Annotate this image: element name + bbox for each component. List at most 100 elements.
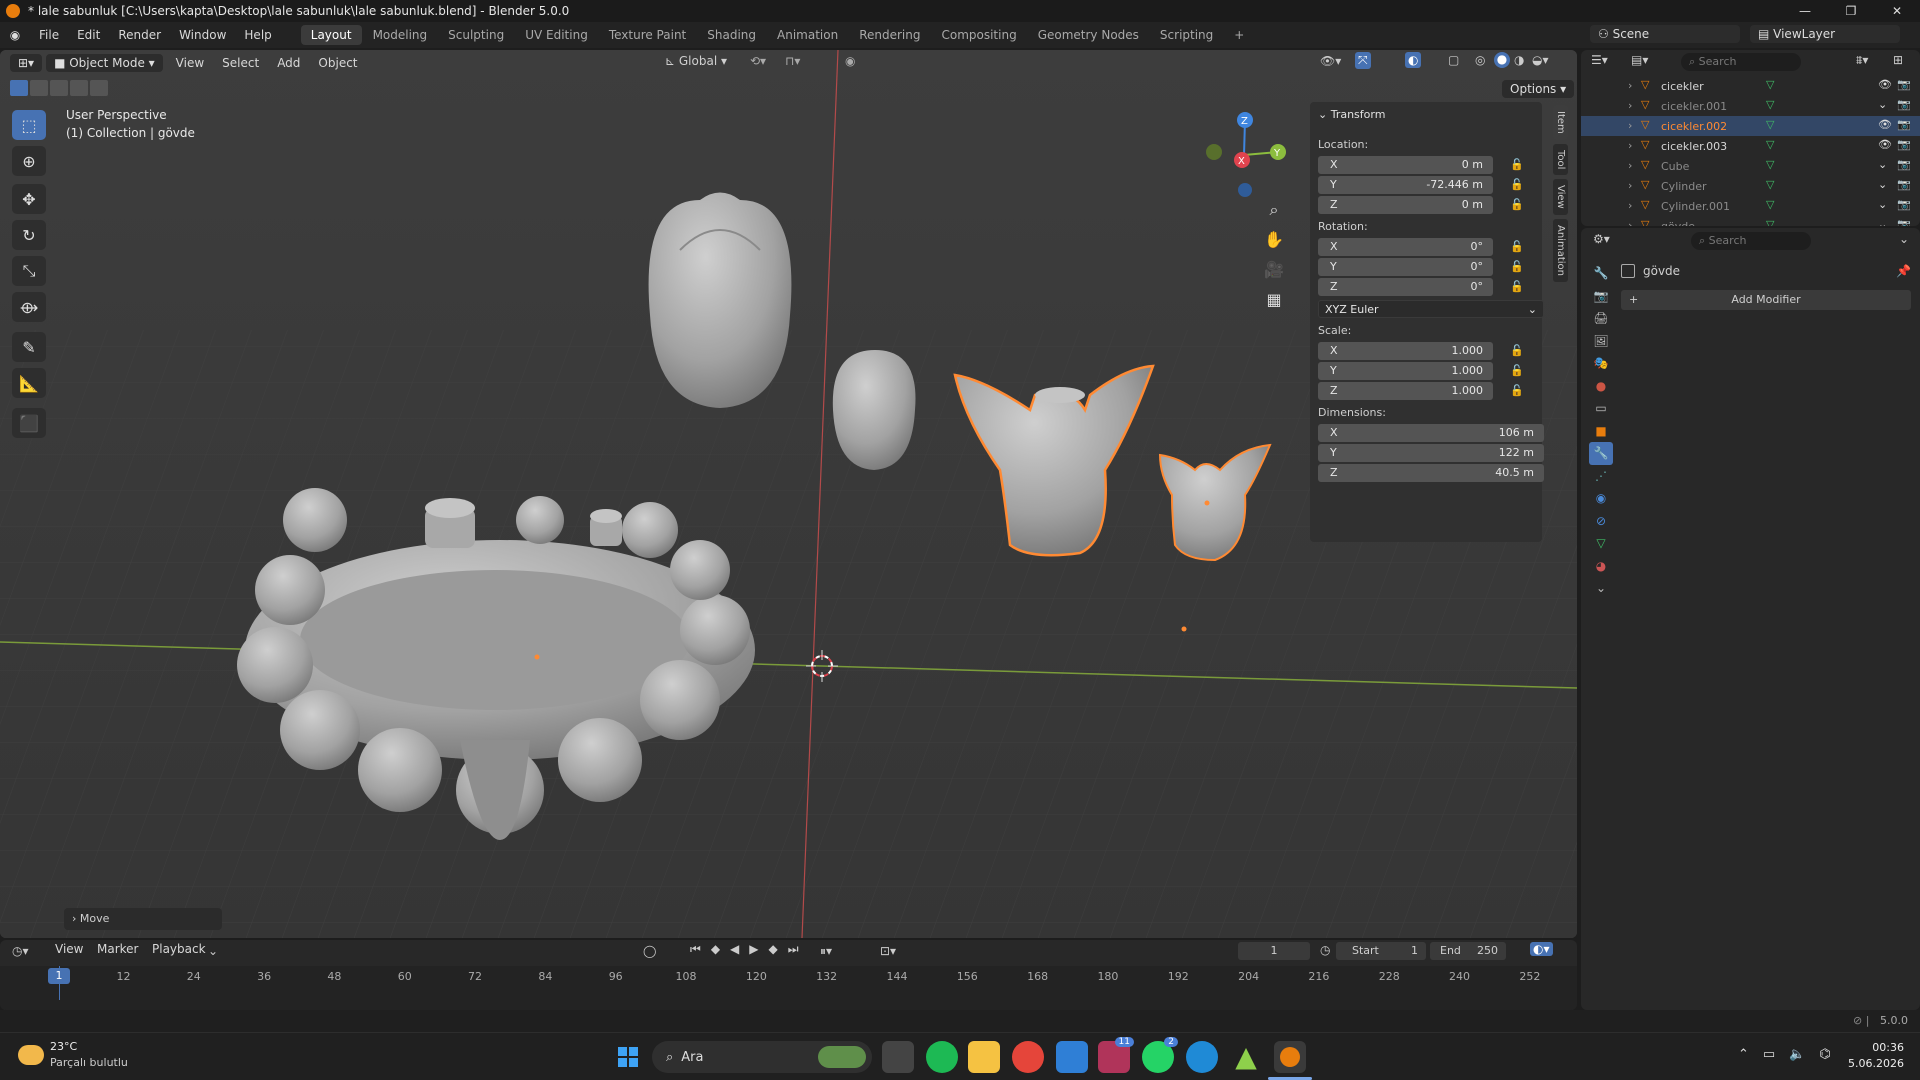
move-tool[interactable]: ✥ — [12, 184, 46, 214]
expand-chevron-icon[interactable]: › — [1628, 219, 1632, 226]
playhead[interactable]: 1 — [48, 968, 70, 984]
weather-description[interactable]: Parçalı bulutlu — [50, 1056, 128, 1069]
workspace-tab-texture-paint[interactable]: Texture Paint — [599, 25, 696, 45]
navigation-gizmo[interactable]: Z Y X — [1200, 110, 1290, 200]
pan-hand-icon[interactable]: ✋ — [1262, 225, 1286, 255]
add-modifier-button[interactable]: + Add Modifier — [1621, 290, 1911, 310]
measure-tool[interactable]: 📐 — [12, 368, 46, 398]
transform-tool[interactable]: ⟴ — [12, 292, 46, 322]
keyframe-nav-icon[interactable]: ⏸▾ — [820, 944, 832, 959]
properties-editor-type-icon[interactable]: ⚙▾ — [1593, 232, 1610, 246]
outliner-row[interactable]: › ▽ gövde ▽ ⌄ 📷 — [1581, 216, 1920, 226]
next-keyframe-icon[interactable]: ◆ — [769, 942, 778, 957]
close-button[interactable]: ✕ — [1874, 0, 1920, 22]
visibility-eye-icon[interactable]: ⌄ — [1878, 158, 1887, 171]
whatsapp-icon[interactable]: 2 — [1142, 1037, 1178, 1073]
transform-section-header[interactable]: ⌄ Transform — [1318, 108, 1385, 121]
select-invert-icon[interactable] — [70, 80, 88, 96]
new-collection-icon[interactable]: ⊞ — [1893, 53, 1903, 67]
ortho-grid-icon[interactable]: ▦ — [1262, 285, 1286, 315]
pin-icon[interactable]: 📌 — [1896, 264, 1911, 278]
material-shading-icon[interactable]: ◑ — [1514, 53, 1524, 67]
location-y-field[interactable]: Y -72.446 m — [1318, 176, 1493, 194]
viewport-menu-object[interactable]: Object — [309, 50, 366, 76]
play-icon[interactable]: ▶ — [749, 942, 758, 957]
weather-temp[interactable]: 23°C — [50, 1040, 77, 1053]
workspace-tab-uv-editing[interactable]: UV Editing — [515, 25, 598, 45]
lock-icon[interactable]: 🔓 — [1510, 384, 1524, 397]
timeline-menu-playback[interactable]: Playback — [143, 936, 215, 962]
tab-tool[interactable]: Tool — [1553, 143, 1568, 176]
start-frame-field[interactable]: Start 1 — [1336, 942, 1426, 960]
snap-icon[interactable]: ⊓▾ — [785, 54, 800, 68]
add-workspace-button[interactable]: + — [1224, 25, 1254, 45]
minimize-button[interactable]: — — [1782, 0, 1828, 22]
prev-keyframe-icon[interactable]: ◆ — [711, 942, 720, 957]
transform-orientation-dropdown[interactable]: ⊾ Global ▾ — [665, 54, 727, 68]
visibility-eye-icon[interactable]: ⌄ — [1878, 218, 1887, 226]
keying-set-icon[interactable]: ⊡▾ — [880, 944, 896, 958]
edge-icon[interactable] — [1186, 1041, 1218, 1073]
chevron-down-icon[interactable]: ⌄ — [1899, 232, 1909, 246]
physics-props-icon[interactable]: ◉ — [1589, 487, 1613, 510]
rotate-tool[interactable]: ↻ — [12, 220, 46, 250]
render-camera-icon[interactable]: 📷 — [1897, 158, 1911, 171]
menu-render[interactable]: Render — [109, 22, 170, 48]
dimension-x-field[interactable]: X 106 m — [1318, 424, 1544, 442]
workspace-tab-shading[interactable]: Shading — [697, 25, 766, 45]
spotify-icon[interactable] — [926, 1041, 958, 1073]
render-camera-icon[interactable]: 📷 — [1897, 118, 1911, 131]
expand-chevron-icon[interactable]: › — [1628, 79, 1632, 92]
solid-shading-icon[interactable]: ● — [1494, 52, 1510, 68]
visibility-eye-icon[interactable]: ⌄ — [1878, 98, 1887, 111]
affinity-app-icon[interactable]: ▲ — [1230, 1041, 1262, 1073]
lock-icon[interactable]: 🔓 — [1510, 260, 1524, 273]
data-props-icon[interactable]: ▽ — [1589, 532, 1613, 555]
particles-props-icon[interactable]: ⋰ — [1589, 465, 1613, 488]
menu-window[interactable]: Window — [170, 22, 235, 48]
outliner-row[interactable]: › ▽ Cylinder.001 ▽ ⌄ 📷 — [1581, 196, 1920, 216]
editor-type-button[interactable]: ⊞▾ — [10, 54, 43, 72]
lock-icon[interactable]: 🔓 — [1510, 240, 1524, 253]
workspace-tab-modeling[interactable]: Modeling — [363, 25, 438, 45]
start-button[interactable] — [612, 1041, 644, 1073]
outliner-row[interactable]: › ▽ cicekler ▽ 👁 📷 — [1581, 76, 1920, 96]
menu-help[interactable]: Help — [235, 22, 280, 48]
object-name[interactable]: gövde — [1643, 264, 1680, 278]
dimension-z-field[interactable]: Z 40.5 m — [1318, 464, 1544, 482]
collection-props-icon[interactable]: ▭ — [1589, 397, 1613, 420]
outliner-row[interactable]: › ▽ cicekler.003 ▽ 👁 📷 — [1581, 136, 1920, 156]
timeline-ruler[interactable]: 12 24 36 48 60 72 84 96 108 120 132 144 156 168 180 192… — [0, 966, 1577, 1010]
visibility-icon[interactable]: 👁▾ — [1320, 54, 1341, 68]
lock-icon[interactable]: 🔓 — [1510, 158, 1524, 171]
expand-chevron-icon[interactable]: › — [1628, 179, 1632, 192]
render-camera-icon[interactable]: 📷 — [1897, 98, 1911, 111]
viewport-menu-view[interactable]: View — [167, 50, 213, 76]
tab-animation[interactable]: Animation — [1553, 218, 1568, 282]
blender-menu-icon[interactable]: ◉ — [0, 28, 30, 42]
proportional-editing-icon[interactable]: ◉ — [845, 54, 855, 68]
filter-icon[interactable]: ⩩▾ — [1856, 53, 1868, 68]
workspace-tab-geometry-nodes[interactable]: Geometry Nodes — [1028, 25, 1149, 45]
camera-view-icon[interactable]: 🎥 — [1262, 255, 1286, 285]
taskbar-search-box[interactable]: ⌕ Ara — [652, 1041, 872, 1073]
timeline-editor-type-icon[interactable]: ◷▾ — [12, 944, 29, 958]
expand-chevron-icon[interactable]: › — [1628, 119, 1632, 132]
add-cube-tool[interactable]: ⬛ — [12, 408, 46, 438]
scale-z-field[interactable]: Z 1.000 — [1318, 382, 1493, 400]
options-dropdown[interactable]: Options ▾ — [1502, 80, 1575, 98]
zoom-icon[interactable]: ⌕ — [1262, 195, 1286, 225]
viewlayer-selector[interactable]: ▤ ViewLayer — [1750, 25, 1900, 43]
visibility-eye-icon[interactable]: ⌄ — [1878, 178, 1887, 191]
outliner-row[interactable]: › ▽ cicekler.002 ▽ 👁 📷 — [1581, 116, 1920, 136]
scene-selector[interactable]: ⚇ Scene — [1590, 25, 1740, 43]
workspace-tab-sculpting[interactable]: Sculpting — [438, 25, 514, 45]
tab-view[interactable]: View — [1553, 179, 1568, 215]
scale-y-field[interactable]: Y 1.000 — [1318, 362, 1493, 380]
constraints-props-icon[interactable]: ⊘ — [1589, 510, 1613, 533]
workspace-tab-layout[interactable]: Layout — [300, 25, 362, 45]
modifier-props-icon[interactable]: 🔧 — [1589, 442, 1613, 465]
workspace-tab-animation[interactable]: Animation — [767, 25, 848, 45]
taskbar-date[interactable]: 5.06.2026 — [1838, 1057, 1904, 1070]
timeline-menu-marker[interactable]: Marker — [88, 936, 147, 962]
